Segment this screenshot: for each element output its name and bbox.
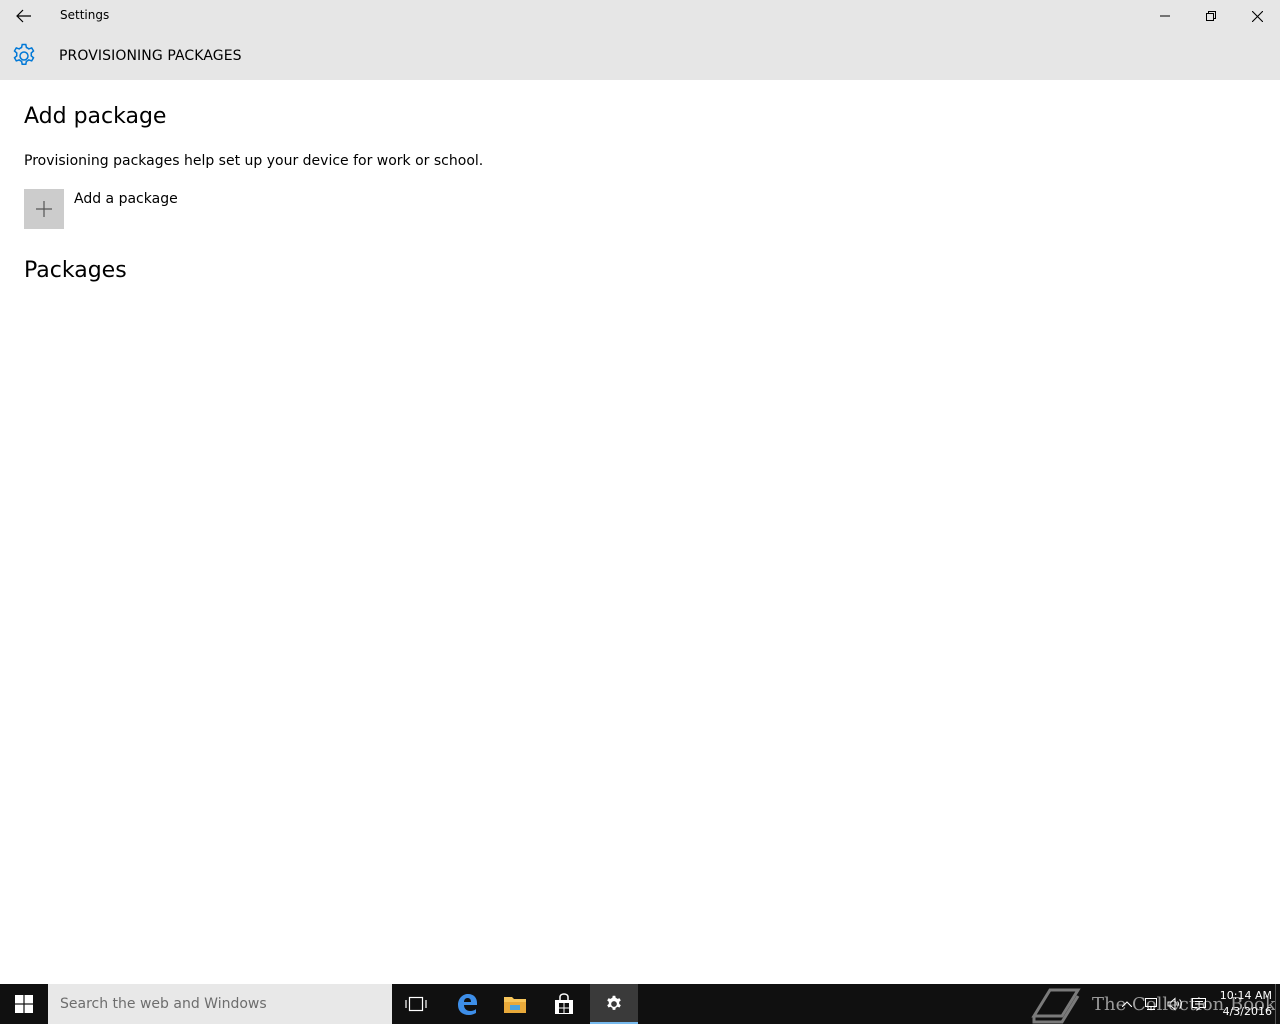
network-button[interactable] [1140,984,1162,1024]
settings-taskbar-button[interactable] [590,984,638,1024]
show-hidden-icons-button[interactable] [1116,984,1138,1024]
network-icon [1145,998,1157,1010]
notification-icon [1192,998,1206,1011]
show-desktop-button[interactable] [1275,984,1280,1024]
folder-icon [504,997,526,1013]
page-header: PROVISIONING PACKAGES [0,32,1280,80]
close-button[interactable] [1234,0,1280,32]
clock-time: 10:14 AM [1219,989,1272,1002]
volume-button[interactable] [1164,984,1186,1024]
title-bar: Settings [0,0,1280,32]
action-center-button[interactable] [1188,984,1210,1024]
store-icon [555,993,573,1014]
close-icon [1251,10,1263,22]
add-package-heading: Add package [24,104,167,129]
clock[interactable]: 10:14 AM 4/3/2016 [1210,988,1272,1020]
restore-button[interactable] [1188,0,1234,32]
edge-icon [458,994,477,1015]
volume-icon [1167,997,1182,1011]
restore-icon [1206,11,1216,21]
clock-date: 4/3/2016 [1222,1005,1272,1018]
search-placeholder: Search the web and Windows [60,996,267,1012]
add-package-button[interactable]: Add a package [24,189,178,229]
chevron-up-icon [1122,1001,1132,1007]
task-view-button[interactable] [392,984,440,1024]
add-tile[interactable] [24,189,64,229]
settings-gear-icon [607,995,621,1010]
packages-heading: Packages [24,258,127,283]
task-view-icon [405,996,427,1012]
file-explorer-button[interactable] [491,984,539,1024]
back-button[interactable] [0,0,48,32]
description-text: Provisioning packages help set up your d… [24,153,484,169]
store-button[interactable] [540,984,588,1024]
minimize-icon [1160,15,1170,17]
back-arrow-icon [16,9,31,23]
gear-icon [13,43,35,66]
search-input[interactable]: Search the web and Windows [48,984,392,1024]
taskbar: Search the web and Windows The Collectio… [0,984,1280,1024]
book-icon [1031,988,1081,1024]
page-title: PROVISIONING PACKAGES [59,48,242,64]
windows-logo-icon [15,995,33,1013]
start-button[interactable] [0,984,48,1024]
minimize-button[interactable] [1142,0,1188,32]
add-package-label[interactable]: Add a package [74,191,178,207]
window-title: Settings [60,8,110,22]
edge-button[interactable] [443,984,491,1024]
plus-icon [36,201,52,217]
